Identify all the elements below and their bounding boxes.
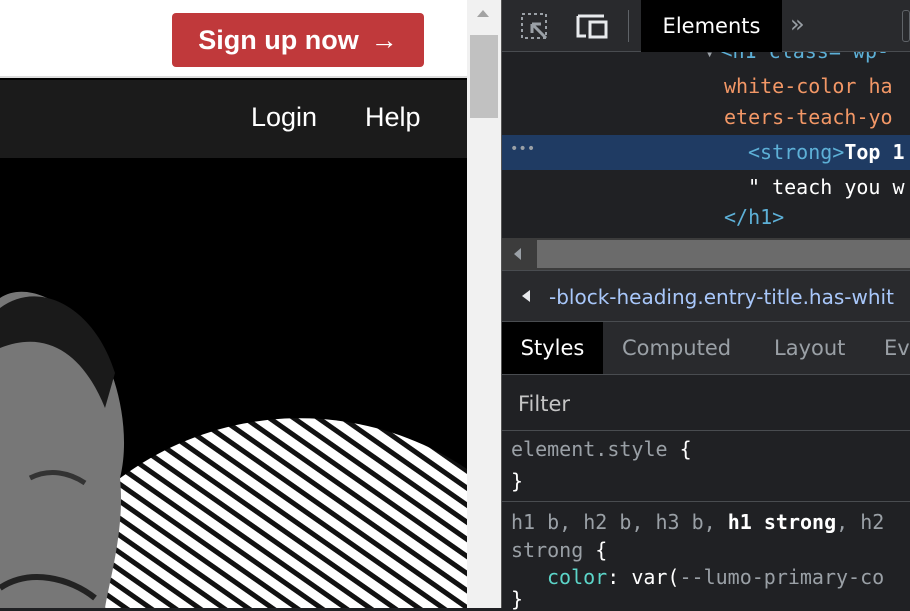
rule-close: }: [511, 587, 524, 611]
code-line[interactable]: </h1>: [724, 200, 784, 235]
rule-selector[interactable]: element.style {: [511, 432, 692, 467]
arrow-right-icon: →: [370, 24, 398, 55]
breadcrumb[interactable]: -block-heading.entry-title.has-whit: [549, 285, 894, 309]
scroll-up-icon[interactable]: [477, 10, 489, 17]
nav-login[interactable]: Login: [251, 102, 317, 133]
webpage-viewport: Sign up now → Login Help: [0, 0, 467, 608]
scrollbar-thumb[interactable]: [470, 35, 498, 118]
tab-event-listeners[interactable]: Eve: [884, 322, 910, 374]
hero-image: [0, 291, 467, 608]
breadcrumb-bar: -block-heading.entry-title.has-whit: [502, 270, 910, 322]
horizontal-scrollbar[interactable]: [502, 238, 910, 270]
scrollbar-thumb[interactable]: [537, 240, 910, 268]
tab-elements[interactable]: Elements: [641, 0, 782, 52]
code-line[interactable]: ▾ <h1 class="wp-: [706, 52, 889, 69]
sign-up-label: Sign up now: [198, 24, 359, 55]
rule-declaration[interactable]: color: var(--lumo-primary-co: [547, 564, 884, 590]
site-header: Sign up now →: [0, 0, 467, 78]
rule-selector-line2[interactable]: strong {: [511, 533, 607, 568]
toolbar-divider: [628, 10, 629, 42]
nav-help[interactable]: Help: [365, 102, 421, 133]
more-tabs-icon[interactable]: »: [790, 10, 805, 38]
code-line[interactable]: white-color ha: [724, 69, 893, 104]
device-toolbar-icon[interactable]: [574, 12, 610, 40]
element-style-rule: element.style { }: [502, 430, 910, 502]
sign-up-button[interactable]: Sign up now →: [172, 13, 424, 67]
code-line[interactable]: eters-teach-yo: [724, 100, 893, 135]
styles-tabs: Styles Computed Layout Eve: [502, 322, 910, 375]
tab-styles[interactable]: Styles: [502, 322, 603, 374]
code-line-selected[interactable]: <strong>Top 1: [748, 135, 905, 170]
inspect-element-icon[interactable]: [520, 12, 550, 40]
site-nav: Login Help: [0, 80, 467, 158]
devtools-panel: Elements » ••• ▾ <h1 class="wp- white-co…: [502, 0, 910, 611]
toolbar-box[interactable]: [902, 10, 910, 42]
scroll-left-icon[interactable]: [514, 248, 521, 260]
devtools-toolbar: Elements »: [502, 0, 910, 52]
tab-computed[interactable]: Computed: [622, 322, 731, 374]
rule-close: }: [511, 469, 524, 493]
more-options-icon[interactable]: •••: [510, 141, 535, 157]
styles-filter-input[interactable]: Filter: [510, 382, 910, 426]
elements-tree: ••• ▾ <h1 class="wp- white-color ha eter…: [502, 52, 910, 238]
tab-layout[interactable]: Layout: [774, 322, 845, 374]
page-scrollbar[interactable]: [467, 0, 502, 608]
breadcrumb-left-icon[interactable]: [522, 290, 530, 302]
